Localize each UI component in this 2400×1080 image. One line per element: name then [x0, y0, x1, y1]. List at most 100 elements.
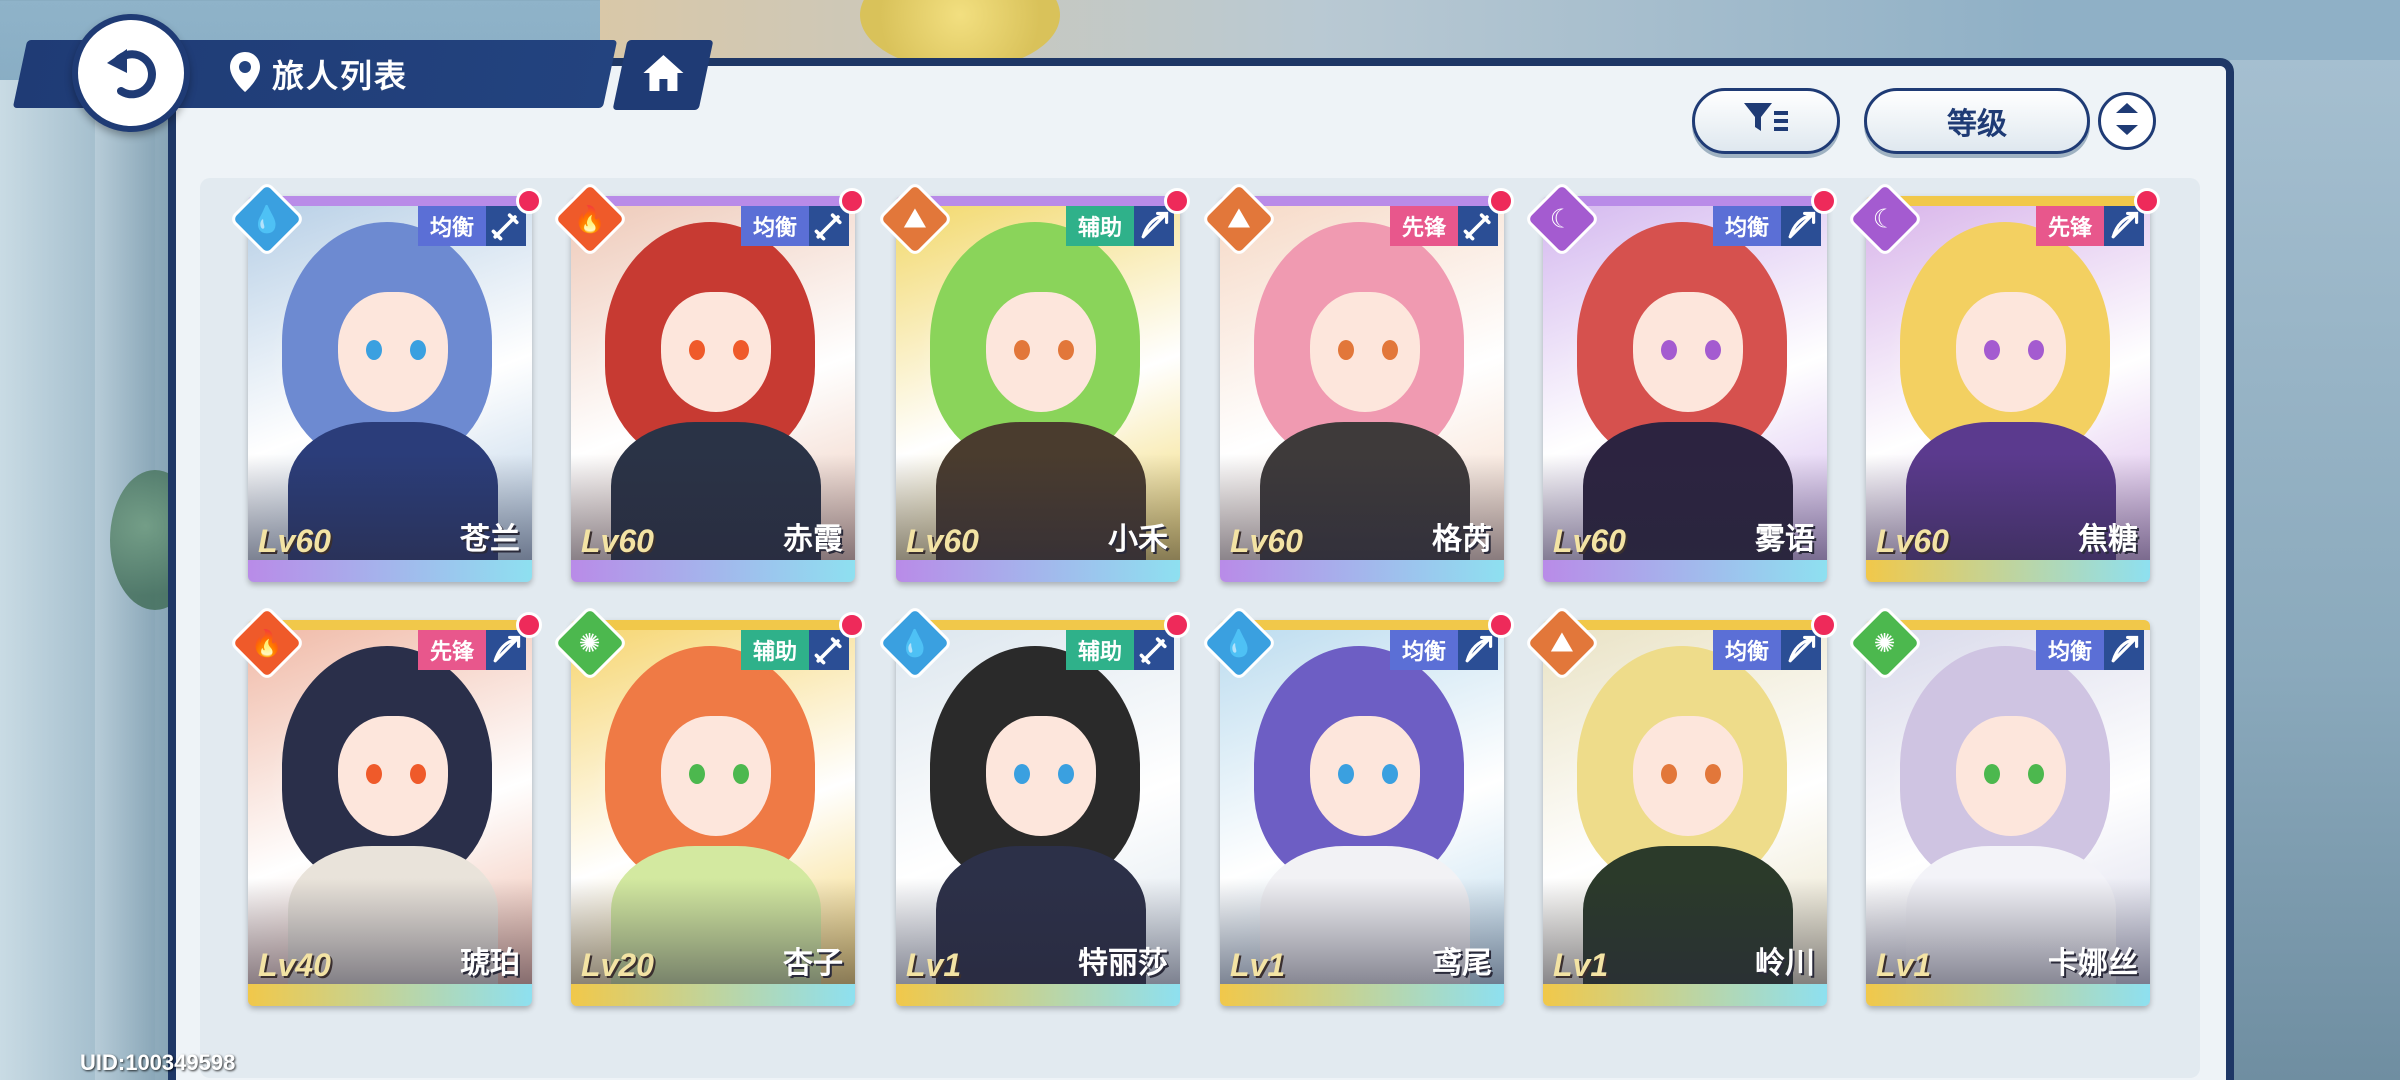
card-name: 特丽莎: [1078, 947, 1168, 980]
weapon-icon: [2104, 630, 2144, 670]
card-level: Lv60: [581, 523, 654, 559]
role-badge: 辅助: [1065, 206, 1134, 246]
card-bottom-strip: [1543, 984, 1827, 1006]
filter-button[interactable]: [1692, 88, 1840, 154]
card-level: Lv60: [1230, 523, 1303, 559]
character-portrait: [1543, 202, 1827, 564]
card-bottom-strip: [571, 560, 855, 582]
card-level: Lv1: [1553, 947, 1609, 983]
role-badge: 先锋: [1389, 206, 1458, 246]
weapon-icon: [1458, 206, 1498, 246]
notification-dot: [1488, 612, 1514, 638]
role-badge: 均衡: [1712, 630, 1781, 670]
card-level: Lv1: [1230, 947, 1286, 983]
role-badge: 辅助: [740, 630, 809, 670]
traveler-card[interactable]: 🔥 均衡 Lv60 赤霞: [551, 180, 865, 582]
weapon-icon: [809, 630, 849, 670]
weapon-icon: [1134, 206, 1174, 246]
card-bottom-strip: [1220, 984, 1504, 1006]
weapon-icon: [2104, 206, 2144, 246]
card-level: Lv1: [1876, 947, 1932, 983]
traveler-card[interactable]: ⛰ 均衡 Lv1 岭川: [1523, 604, 1837, 1006]
weapon-icon: [1781, 630, 1821, 670]
character-portrait: [248, 626, 532, 988]
traveler-card[interactable]: ✺ 辅助 Lv20 杏子: [551, 604, 865, 1006]
sort-dropdown[interactable]: 等级: [1864, 88, 2090, 154]
traveler-card[interactable]: 💧 均衡 Lv1 鸢尾: [1200, 604, 1514, 1006]
character-portrait: [1220, 202, 1504, 564]
card-name: 鸢尾: [1432, 947, 1492, 980]
traveler-card[interactable]: ☾ 均衡 Lv60 雾语: [1523, 180, 1837, 582]
card-name: 琥珀: [460, 947, 520, 980]
location-pin-icon: [228, 50, 262, 99]
user-uid: UID:100349598: [80, 1050, 236, 1075]
card-name: 赤霞: [783, 523, 843, 556]
page-title-group: 旅人列表: [228, 46, 408, 102]
notification-dot: [1811, 612, 1837, 638]
home-button[interactable]: [612, 40, 714, 110]
card-level: Lv60: [906, 523, 979, 559]
card-level: Lv60: [1553, 523, 1626, 559]
traveler-card[interactable]: ☾ 先锋 Lv60 焦糖: [1846, 180, 2160, 582]
notification-dot: [516, 612, 542, 638]
character-portrait: [896, 626, 1180, 988]
traveler-card[interactable]: 🔥 先锋 Lv40 琥珀: [228, 604, 542, 1006]
card-name: 雾语: [1755, 523, 1815, 556]
role-badge: 均衡: [417, 206, 486, 246]
card-bottom-strip: [1543, 560, 1827, 582]
notification-dot: [2134, 188, 2160, 214]
card-name: 卡娜丝: [2048, 947, 2138, 980]
sort-up-icon: [2115, 101, 2139, 119]
traveler-card[interactable]: ⛰ 先锋 Lv60 格芮: [1200, 180, 1514, 582]
traveler-card[interactable]: ⛰ 辅助 Lv60 小禾: [876, 180, 1190, 582]
weapon-icon: [809, 206, 849, 246]
card-name: 小禾: [1108, 523, 1168, 556]
weapon-icon: [1458, 630, 1498, 670]
card-name: 格芮: [1432, 523, 1492, 556]
card-level: Lv60: [258, 523, 331, 559]
role-badge: 辅助: [1065, 630, 1134, 670]
traveler-card[interactable]: 💧 均衡 Lv60 苍兰: [228, 180, 542, 582]
card-name: 焦糖: [2078, 523, 2138, 556]
sort-order-toggle[interactable]: [2098, 92, 2156, 150]
traveler-card[interactable]: 💧 辅助 Lv1 特丽莎: [876, 604, 1190, 1006]
weapon-icon: [1134, 630, 1174, 670]
card-bottom-strip: [248, 560, 532, 582]
character-portrait: [1543, 626, 1827, 988]
card-bottom-strip: [1866, 984, 2150, 1006]
card-name: 杏子: [783, 947, 843, 980]
back-button[interactable]: [72, 14, 190, 132]
notification-dot: [1164, 612, 1190, 638]
weapon-icon: [1781, 206, 1821, 246]
role-badge: 均衡: [1712, 206, 1781, 246]
card-name: 苍兰: [460, 523, 520, 556]
card-level: Lv60: [1876, 523, 1949, 559]
card-name: 岭川: [1755, 947, 1815, 980]
character-portrait: [571, 202, 855, 564]
card-bottom-strip: [896, 984, 1180, 1006]
back-arrow-icon: [99, 39, 163, 108]
card-bottom-strip: [248, 984, 532, 1006]
filter-icon: [1742, 99, 1790, 143]
role-badge: 均衡: [740, 206, 809, 246]
card-level: Lv20: [581, 947, 654, 983]
card-level: Lv1: [906, 947, 962, 983]
card-bottom-strip: [1866, 560, 2150, 582]
traveler-card[interactable]: ✺ 均衡 Lv1 卡娜丝: [1846, 604, 2150, 1006]
character-portrait: [1220, 626, 1504, 988]
role-badge: 先锋: [2035, 206, 2104, 246]
home-icon: [636, 53, 690, 98]
role-badge: 均衡: [1389, 630, 1458, 670]
notification-dot: [516, 188, 542, 214]
card-bottom-strip: [571, 984, 855, 1006]
role-badge: 均衡: [2035, 630, 2104, 670]
sort-down-icon: [2115, 123, 2139, 141]
notification-dot: [1811, 188, 1837, 214]
card-bottom-strip: [1220, 560, 1504, 582]
role-badge: 先锋: [417, 630, 486, 670]
character-portrait: [571, 626, 855, 988]
card-level: Lv40: [258, 947, 331, 983]
page-title: 旅人列表: [272, 58, 409, 94]
background-right: [2230, 60, 2400, 1080]
notification-dot: [1164, 188, 1190, 214]
